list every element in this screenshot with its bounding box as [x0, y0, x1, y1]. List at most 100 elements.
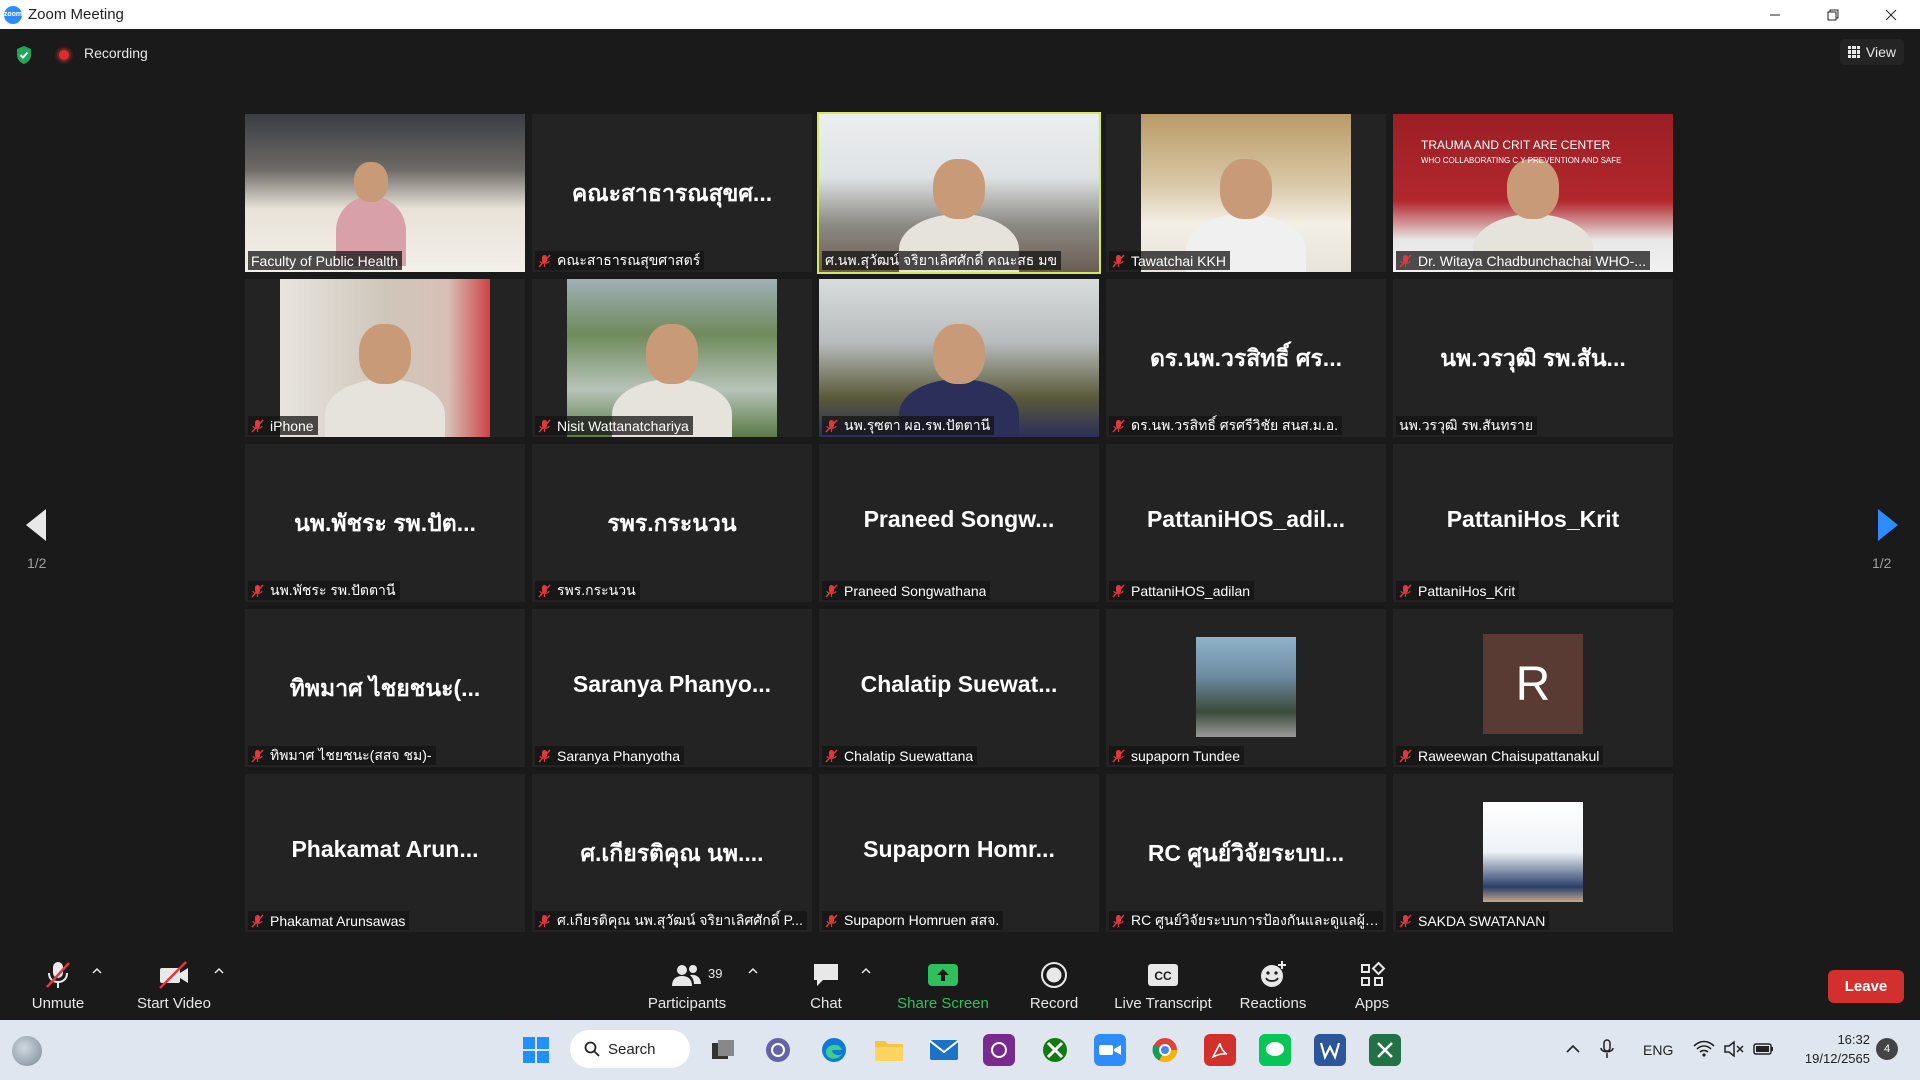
- participant-tile[interactable]: Praneed Songw... Praneed Songwathana: [819, 444, 1099, 602]
- participant-tile[interactable]: คณะสาธารณสุขศ... คณะสาธารณสุขศาสตร์: [532, 114, 812, 272]
- participants-icon: [672, 965, 701, 986]
- leave-button[interactable]: Leave: [1828, 970, 1904, 1003]
- taskbar-search[interactable]: Search: [570, 1030, 690, 1068]
- participant-tile[interactable]: supaporn Tundee: [1106, 609, 1386, 767]
- zoom-taskbar-icon[interactable]: [1094, 1034, 1126, 1066]
- participant-face: [1507, 159, 1559, 219]
- participants-options-chevron-icon[interactable]: [748, 967, 758, 975]
- participant-tile[interactable]: ทิพมาศ ไชยชนะ(... ทิพมาศ ไชยชนะ(สสจ ชม)-: [245, 609, 525, 767]
- start-video-label: Start Video: [137, 995, 211, 1012]
- participants-button[interactable]: Participants: [645, 955, 729, 1020]
- notification-badge[interactable]: 4: [1876, 1038, 1898, 1060]
- participant-name: ดร.นพ.วรสิทธิ์ ศรศรีวิชัย สนส.ม.อ.: [1131, 416, 1339, 433]
- task-view-icon[interactable]: [707, 1034, 739, 1066]
- participant-tile[interactable]: รพร.กระนวน รพร.กระนวน: [532, 444, 812, 602]
- participant-name: นพ.รุซตา ผอ.รพ.ปัตตานี: [844, 416, 991, 433]
- previous-page-icon[interactable]: [22, 505, 52, 545]
- word-icon[interactable]: [1314, 1034, 1346, 1066]
- audio-options-chevron-icon[interactable]: [92, 967, 102, 975]
- chat-options-chevron-icon[interactable]: [861, 967, 871, 975]
- volume-muted-icon[interactable]: [1723, 1040, 1745, 1058]
- chat-button[interactable]: Chat: [806, 955, 846, 1020]
- muted-mic-icon: [538, 748, 551, 763]
- participant-name: ทิพมาศ ไชยชนะ(สสจ ชม)-: [270, 746, 432, 763]
- view-button[interactable]: View: [1839, 39, 1904, 65]
- participant-tile[interactable]: PattaniHOS_adil... PattaniHOS_adilan: [1106, 444, 1386, 602]
- participant-tile[interactable]: Saranya Phanyo... Saranya Phanyotha: [532, 609, 812, 767]
- participant-photo: [1196, 637, 1296, 737]
- battery-icon[interactable]: [1753, 1040, 1775, 1058]
- grid-view-icon: [1847, 46, 1860, 58]
- restore-icon[interactable]: [1804, 0, 1862, 29]
- participant-tile[interactable]: Supaporn Homr... Supaporn Homruen สสจ.: [819, 774, 1099, 932]
- video-options-chevron-icon[interactable]: [214, 967, 224, 975]
- participant-display-name: Supaporn Homr...: [863, 836, 1055, 862]
- participant-tile[interactable]: Chalatip Suewat... Chalatip Suewattana: [819, 609, 1099, 767]
- encryption-shield-icon[interactable]: [15, 45, 33, 65]
- minimize-icon[interactable]: [1746, 0, 1804, 29]
- participant-tile[interactable]: TRAUMA AND CRIT ARE CENTER WHO COLLABORAT…: [1393, 114, 1673, 272]
- participant-tile[interactable]: R Raweewan Chaisupattanakul: [1393, 609, 1673, 767]
- participant-display-name: ศ.เกียรติคุณ นพ....: [580, 840, 764, 866]
- muted-mic-icon: [538, 253, 551, 268]
- participant-face: [1220, 159, 1272, 219]
- participant-tile[interactable]: ศ.นพ.สุวัฒน์ จริยาเลิศศักดิ์ คณะสธ มข: [817, 112, 1101, 274]
- store-app-icon[interactable]: [983, 1034, 1015, 1066]
- participant-video: [819, 279, 1099, 437]
- participant-name-caption: นพ.รุซตา ผอ.รพ.ปัตตานี: [822, 416, 995, 435]
- participant-tile[interactable]: SAKDA SWATANAN: [1393, 774, 1673, 932]
- apps-icon: [1361, 961, 1386, 986]
- wifi-icon[interactable]: [1693, 1040, 1715, 1058]
- participant-name: PattaniHOS_adilan: [1131, 582, 1251, 599]
- taskbar-clock[interactable]: 16:32 19/12/2565: [1790, 1030, 1870, 1068]
- participant-video: [1141, 114, 1351, 272]
- excel-icon[interactable]: [1369, 1034, 1401, 1066]
- participant-name-caption: iPhone: [248, 416, 318, 435]
- participant-tile[interactable]: PattaniHos_Krit PattaniHos_Krit: [1393, 444, 1673, 602]
- line-app-icon[interactable]: [1259, 1034, 1291, 1066]
- participant-name-caption: Chalatip Suewattana: [822, 746, 978, 765]
- participant-name-caption: Dr. Witaya Chadbunchachai WHO-...: [1396, 251, 1650, 270]
- file-explorer-icon[interactable]: [873, 1034, 905, 1066]
- mail-icon[interactable]: [928, 1034, 960, 1066]
- participant-tile[interactable]: Faculty of Public Health: [245, 114, 525, 272]
- participant-tile[interactable]: ดร.นพ.วรสิทธิ์ ศร... ดร.นพ.วรสิทธิ์ ศรศรี…: [1106, 279, 1386, 437]
- muted-mic-icon: [251, 748, 264, 763]
- live-transcript-button[interactable]: CC Live Transcript: [1113, 955, 1213, 1020]
- participant-name-caption: PattaniHos_Krit: [1396, 581, 1520, 600]
- participant-tile[interactable]: ศ.เกียรติคุณ นพ.... ศ.เกียรติคุณ นพ.สุวัฒ…: [532, 774, 812, 932]
- participant-tile[interactable]: Nisit Wattanatchariya: [532, 279, 812, 437]
- recording-label[interactable]: Recording: [84, 45, 148, 61]
- edge-browser-icon[interactable]: [818, 1034, 850, 1066]
- close-icon[interactable]: [1862, 0, 1920, 29]
- start-video-button[interactable]: Start Video: [134, 955, 214, 1020]
- start-windows-icon[interactable]: [520, 1034, 552, 1066]
- participant-display-name: Praneed Songw...: [863, 506, 1055, 532]
- next-page-icon[interactable]: [1872, 505, 1902, 545]
- participant-tile[interactable]: Tawatchai KKH: [1106, 114, 1386, 272]
- teams-chat-icon[interactable]: [762, 1034, 794, 1066]
- participant-tile[interactable]: iPhone: [245, 279, 525, 437]
- muted-mic-icon: [251, 583, 264, 598]
- share-screen-button[interactable]: Share Screen: [897, 955, 989, 1020]
- participant-name-caption: Raweewan Chaisupattanakul: [1396, 746, 1604, 765]
- tray-overflow-chevron-icon[interactable]: [1566, 1044, 1580, 1054]
- record-button[interactable]: Record: [1028, 955, 1080, 1020]
- participant-name: Supaporn Homruen สสจ.: [844, 911, 1000, 928]
- participant-tile[interactable]: นพ.รุซตา ผอ.รพ.ปัตตานี: [819, 279, 1099, 437]
- xbox-icon[interactable]: [1039, 1034, 1071, 1066]
- participant-tile[interactable]: RC ศูนย์วิจัยระบบ... RC ศูนย์วิจัยระบบการ…: [1106, 774, 1386, 932]
- input-language[interactable]: ENG: [1643, 1020, 1673, 1080]
- weather-widget-icon[interactable]: [12, 1036, 42, 1066]
- participant-tile[interactable]: Phakamat Arun... Phakamat Arunsawas: [245, 774, 525, 932]
- participant-tile[interactable]: นพ.พัชระ รพ.ปัต... นพ.พัชระ รพ.ปัตตานี: [245, 444, 525, 602]
- window-title: Zoom Meeting: [28, 6, 124, 23]
- participant-tile[interactable]: นพ.วรวุฒิ รพ.สัน... นพ.วรวุฒิ รพ.สันทราย: [1393, 279, 1673, 437]
- reactions-button[interactable]: Reactions: [1235, 955, 1311, 1020]
- tray-microphone-icon[interactable]: [1600, 1039, 1614, 1059]
- acrobat-icon[interactable]: [1204, 1034, 1236, 1066]
- participant-name: คณะสาธารณสุขศาสตร์: [557, 251, 701, 268]
- unmute-button[interactable]: Unmute: [28, 955, 88, 1020]
- apps-button[interactable]: Apps: [1352, 955, 1392, 1020]
- chrome-icon[interactable]: [1149, 1034, 1181, 1066]
